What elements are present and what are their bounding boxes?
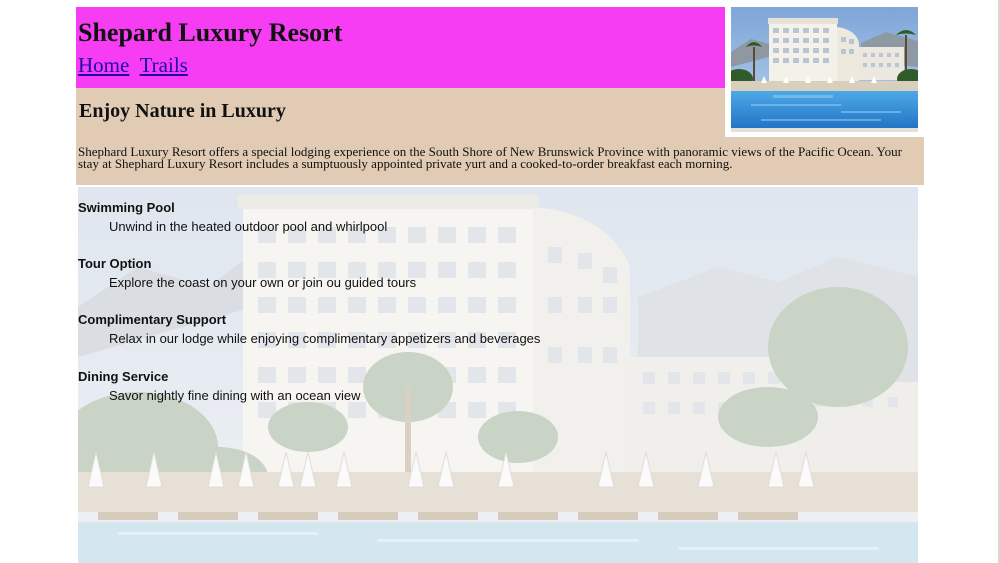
amenity-title-swimming-pool: Swimming Pool bbox=[78, 200, 175, 215]
amenity-desc-dining-service: Savor nightly fine dining with an ocean … bbox=[109, 388, 361, 403]
amenity-desc-tour-option: Explore the coast on your own or join ou… bbox=[109, 275, 417, 290]
tagline-section: Enjoy Nature in Luxury bbox=[76, 88, 725, 137]
intro-paragraph: Shephard Luxury Resort offers a special … bbox=[78, 144, 902, 171]
site-header: Shepard Luxury Resort Home Trails bbox=[76, 7, 725, 88]
nav-link-home[interactable]: Home bbox=[78, 53, 129, 77]
tagline-heading: Enjoy Nature in Luxury bbox=[79, 100, 286, 122]
intro-section: Shephard Luxury Resort offers a special … bbox=[76, 137, 924, 185]
site-title: Shepard Luxury Resort bbox=[78, 18, 343, 47]
hero-resort-photo-art bbox=[731, 7, 918, 132]
amenity-desc-swimming-pool: Unwind in the heated outdoor pool and wh… bbox=[109, 219, 388, 234]
hero-resort-photo bbox=[731, 7, 918, 132]
faded-resort-photo bbox=[78, 187, 918, 563]
amenities-panel: Swimming Pool Unwind in the heated outdo… bbox=[78, 187, 918, 563]
main-nav: Home Trails bbox=[78, 52, 188, 78]
nav-link-trails[interactable]: Trails bbox=[140, 53, 188, 77]
amenity-title-dining-service: Dining Service bbox=[78, 369, 169, 384]
amenity-title-tour-option: Tour Option bbox=[78, 256, 152, 271]
amenity-title-complimentary-support: Complimentary Support bbox=[78, 312, 227, 327]
amenity-desc-complimentary-support: Relax in our lodge while enjoying compli… bbox=[109, 331, 541, 346]
